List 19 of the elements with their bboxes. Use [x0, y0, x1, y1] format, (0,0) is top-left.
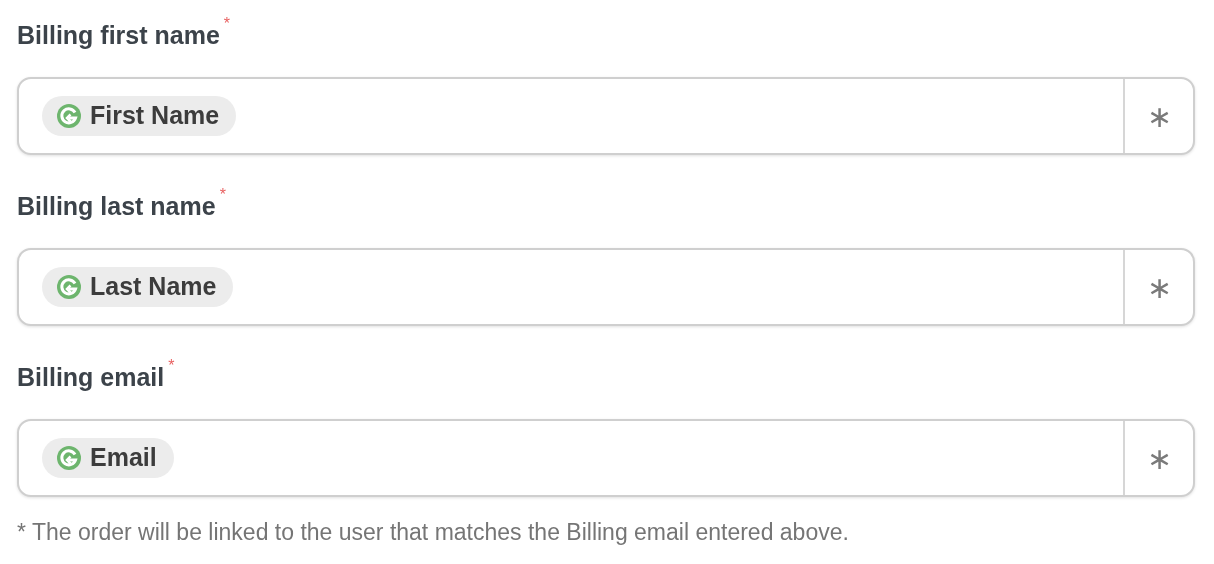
- field-tag[interactable]: First Name: [42, 96, 237, 136]
- logo-icon: [57, 446, 81, 470]
- required-mark: *: [168, 356, 175, 376]
- field-tag[interactable]: Email: [42, 438, 174, 478]
- input-field[interactable]: First Name ∗: [17, 77, 1195, 155]
- field-label: Billing first name: [17, 20, 220, 52]
- input-field[interactable]: Email ∗: [17, 419, 1195, 497]
- field-tag[interactable]: Last Name: [42, 267, 234, 307]
- required-toggle-button[interactable]: ∗: [1125, 421, 1193, 495]
- footnote: * The order will be linked to the user that matches the Billing email entered above.: [17, 518, 850, 547]
- field-label: Billing email: [17, 362, 165, 394]
- logo-icon: [57, 275, 81, 299]
- required-toggle-button[interactable]: ∗: [1125, 250, 1193, 324]
- required-toggle-button[interactable]: ∗: [1125, 79, 1193, 153]
- field-label: Billing last name: [17, 191, 216, 223]
- input-field[interactable]: Last Name ∗: [17, 248, 1195, 326]
- required-mark: *: [223, 14, 231, 34]
- logo-icon: [57, 104, 81, 128]
- required-mark: *: [219, 185, 226, 205]
